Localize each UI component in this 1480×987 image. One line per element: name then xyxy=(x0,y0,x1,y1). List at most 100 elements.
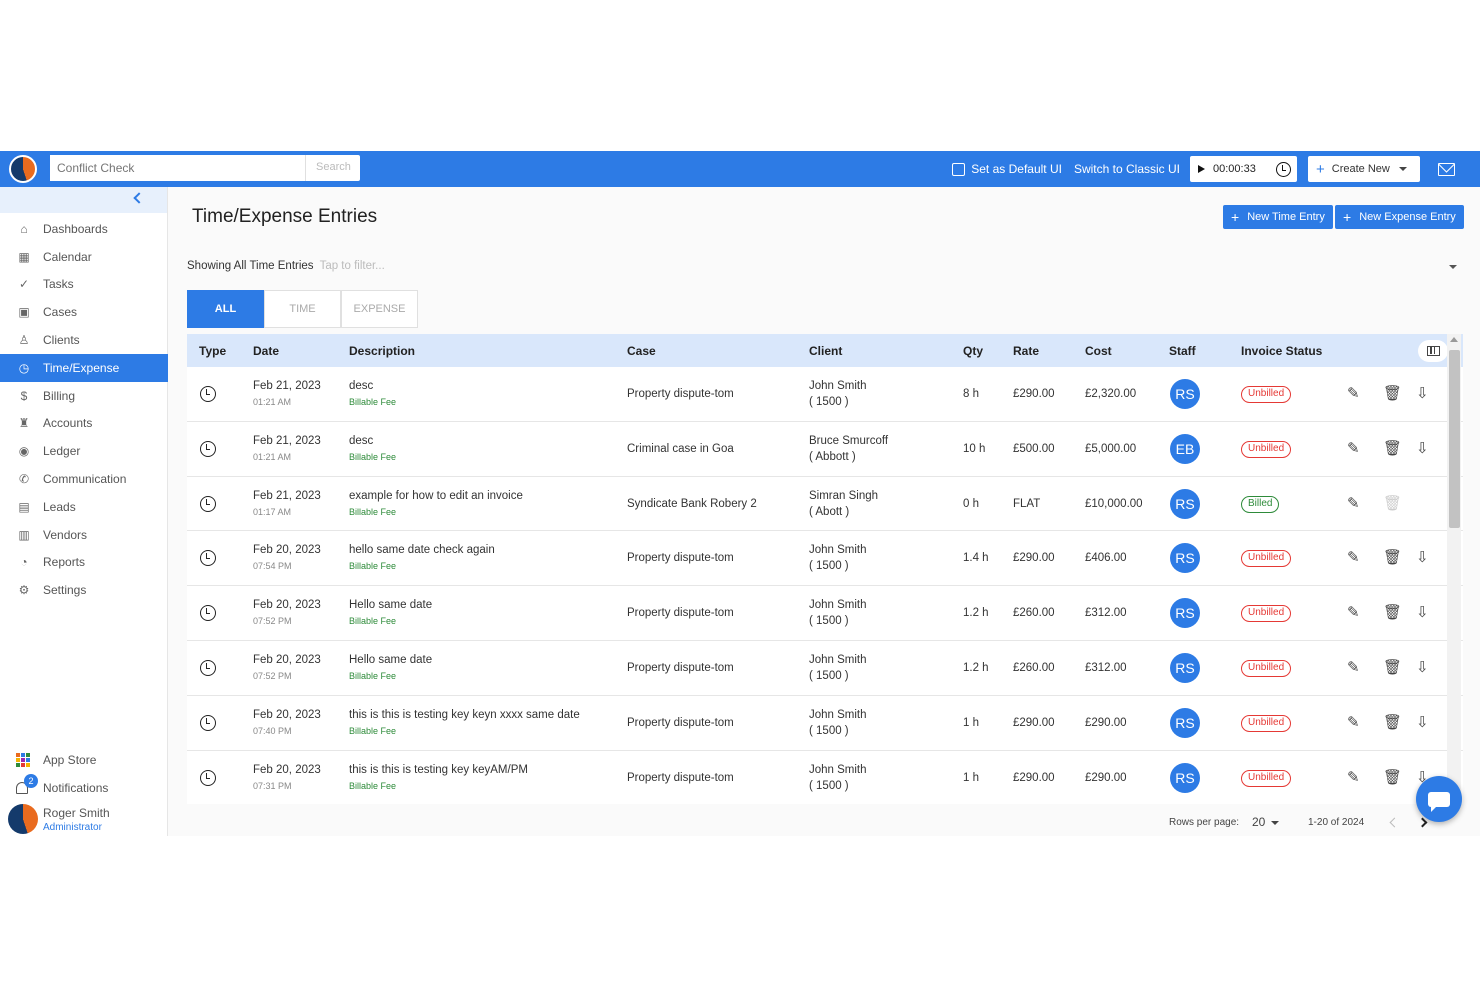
delete-icon[interactable]: 🗑 xyxy=(1383,605,1402,621)
column-header-staff[interactable]: Staff xyxy=(1169,344,1196,358)
avatar[interactable] xyxy=(8,804,38,834)
clock-icon[interactable] xyxy=(1276,161,1291,177)
column-header-client[interactable]: Client xyxy=(809,344,842,358)
create-new-button[interactable]: + Create New xyxy=(1308,156,1420,182)
table-row[interactable]: Feb 20, 2023 07:40 PM this is this is test… xyxy=(187,696,1463,751)
download-icon[interactable]: ⇩ xyxy=(1416,605,1429,621)
entry-client-link[interactable]: John Smith xyxy=(809,764,867,776)
table-scrollbar[interactable] xyxy=(1447,334,1461,804)
table-row[interactable]: Feb 20, 2023 07:52 PM Hello same date Billa… xyxy=(187,641,1463,696)
notifications-link[interactable]: 2 Notifications xyxy=(0,774,168,802)
download-icon[interactable]: ⇩ xyxy=(1416,714,1429,731)
entry-client-link[interactable]: Simran Singh xyxy=(809,490,878,502)
delete-icon[interactable]: 🗑 xyxy=(1383,659,1402,676)
filter-caret-icon[interactable] xyxy=(1449,265,1457,269)
edit-icon[interactable]: ✎ xyxy=(1347,495,1360,512)
delete-icon[interactable]: 🗑 xyxy=(1383,714,1402,731)
edit-icon[interactable]: ✎ xyxy=(1347,550,1360,566)
column-header-rate[interactable]: Rate xyxy=(1013,344,1039,358)
sidebar-item-settings[interactable]: ⚙ Settings xyxy=(0,576,168,604)
staff-avatar[interactable]: RS xyxy=(1170,762,1200,793)
filter-bar[interactable]: Showing All Time Entries Tap to filter... xyxy=(187,260,385,272)
table-row[interactable]: Feb 21, 2023 01:17 AM example for how to e… xyxy=(187,477,1463,532)
column-header-case[interactable]: Case xyxy=(627,344,656,358)
scroll-thumb[interactable] xyxy=(1449,350,1460,528)
columns-toggle-button[interactable] xyxy=(1418,340,1448,362)
sidebar-item-leads[interactable]: ▤ Leads xyxy=(0,493,168,521)
filter-input[interactable]: Tap to filter... xyxy=(320,260,385,272)
new-time-entry-button[interactable]: + New Time Entry xyxy=(1223,205,1333,229)
next-page-icon[interactable] xyxy=(1417,817,1428,828)
edit-icon[interactable]: ✎ xyxy=(1347,769,1360,786)
sidebar-item-communication[interactable]: ✆ Communication xyxy=(0,465,168,493)
user-profile[interactable]: Roger Smith Administrator xyxy=(0,802,168,836)
rows-per-page-select[interactable]: 20 xyxy=(1252,815,1265,829)
entry-case-link[interactable]: Property dispute-tom xyxy=(627,662,734,674)
tab-time[interactable]: TIME xyxy=(264,290,341,328)
sidebar-item-dashboards[interactable]: ⌂ Dashboards xyxy=(0,215,168,243)
set-default-checkbox[interactable] xyxy=(952,162,966,176)
column-header-date[interactable]: Date xyxy=(253,344,279,358)
chat-button[interactable] xyxy=(1416,776,1462,822)
entry-client-link[interactable]: John Smith xyxy=(809,599,867,611)
app-store-link[interactable]: App Store xyxy=(0,746,168,774)
chevron-left-icon[interactable] xyxy=(133,192,145,204)
timer-widget[interactable]: 00:00:33 xyxy=(1190,156,1297,182)
download-icon[interactable]: ⇩ xyxy=(1416,550,1429,566)
delete-icon[interactable]: 🗑 xyxy=(1383,440,1402,457)
delete-icon[interactable]: 🗑 xyxy=(1383,386,1402,402)
entry-client-link[interactable]: Bruce Smurcoff xyxy=(809,435,888,447)
sidebar-item-clients[interactable]: ♙ Clients xyxy=(0,326,168,354)
app-logo[interactable] xyxy=(9,155,37,183)
staff-avatar[interactable]: RS xyxy=(1170,543,1200,574)
staff-avatar[interactable]: EB xyxy=(1170,433,1200,464)
column-header-type[interactable]: Type xyxy=(199,344,226,358)
edit-icon[interactable]: ✎ xyxy=(1347,386,1360,402)
staff-avatar[interactable]: RS xyxy=(1170,598,1200,629)
edit-icon[interactable]: ✎ xyxy=(1347,714,1360,731)
sidebar-item-vendors[interactable]: ▥ Vendors xyxy=(0,521,168,549)
previous-page-icon[interactable] xyxy=(1389,817,1400,828)
caret-down-icon[interactable] xyxy=(1271,821,1279,825)
table-row[interactable]: Feb 21, 2023 01:21 AM desc Billable Fee Prop… xyxy=(187,367,1463,422)
tab-expense[interactable]: EXPENSE xyxy=(341,290,418,328)
column-header-cost[interactable]: Cost xyxy=(1085,344,1112,358)
entry-case-link[interactable]: Property dispute-tom xyxy=(627,388,734,400)
tab-all[interactable]: ALL xyxy=(187,290,264,328)
column-header-invoice-status[interactable]: Invoice Status xyxy=(1241,344,1322,358)
sidebar-item-calendar[interactable]: ▦ Calendar xyxy=(0,243,168,271)
staff-avatar[interactable]: RS xyxy=(1170,488,1200,519)
entry-case-link[interactable]: Syndicate Bank Robery 2 xyxy=(627,498,757,510)
entry-case-link[interactable]: Property dispute-tom xyxy=(627,607,734,619)
sidebar-item-ledger[interactable]: ◉ Ledger xyxy=(0,437,168,465)
sidebar-item-tasks[interactable]: ✓ Tasks xyxy=(0,271,168,299)
scroll-up-icon[interactable] xyxy=(1450,337,1458,342)
sidebar-item-billing[interactable]: $ Billing xyxy=(0,382,168,410)
table-row[interactable]: Feb 20, 2023 07:54 PM hello same date chec… xyxy=(187,531,1463,587)
entry-client-link[interactable]: John Smith xyxy=(809,544,867,556)
sidebar-item-cases[interactable]: ▣ Cases xyxy=(0,298,168,326)
entry-case-link[interactable]: Property dispute-tom xyxy=(627,552,734,564)
download-icon[interactable]: ⇩ xyxy=(1416,386,1429,402)
delete-icon[interactable]: 🗑 xyxy=(1383,769,1402,786)
switch-classic-link[interactable]: Switch to Classic UI xyxy=(1074,162,1180,176)
conflict-check-input[interactable] xyxy=(50,155,306,181)
staff-avatar[interactable]: RS xyxy=(1170,379,1200,409)
sidebar-item-accounts[interactable]: ♜ Accounts xyxy=(0,410,168,438)
sidebar-item-time-expense[interactable]: ◷ Time/Expense xyxy=(0,353,168,382)
edit-icon[interactable]: ✎ xyxy=(1347,605,1360,621)
staff-avatar[interactable]: RS xyxy=(1170,652,1200,683)
table-row[interactable]: Feb 21, 2023 01:21 AM desc Billable Fee Crim… xyxy=(187,422,1463,477)
entry-client-link[interactable]: John Smith xyxy=(809,709,867,721)
download-icon[interactable]: ⇩ xyxy=(1416,440,1429,457)
download-icon[interactable]: ⇩ xyxy=(1416,659,1429,676)
table-row[interactable]: Feb 20, 2023 07:52 PM Hello same date Billa… xyxy=(187,586,1463,641)
play-icon[interactable] xyxy=(1198,165,1205,173)
edit-icon[interactable]: ✎ xyxy=(1347,659,1360,676)
entry-case-link[interactable]: Property dispute-tom xyxy=(627,772,734,784)
entry-client-link[interactable]: John Smith xyxy=(809,654,867,666)
entry-case-link[interactable]: Criminal case in Goa xyxy=(627,443,734,455)
table-row[interactable]: Feb 20, 2023 07:31 PM this is this is test… xyxy=(187,751,1463,804)
staff-avatar[interactable]: RS xyxy=(1170,707,1200,738)
entry-case-link[interactable]: Property dispute-tom xyxy=(627,717,734,729)
